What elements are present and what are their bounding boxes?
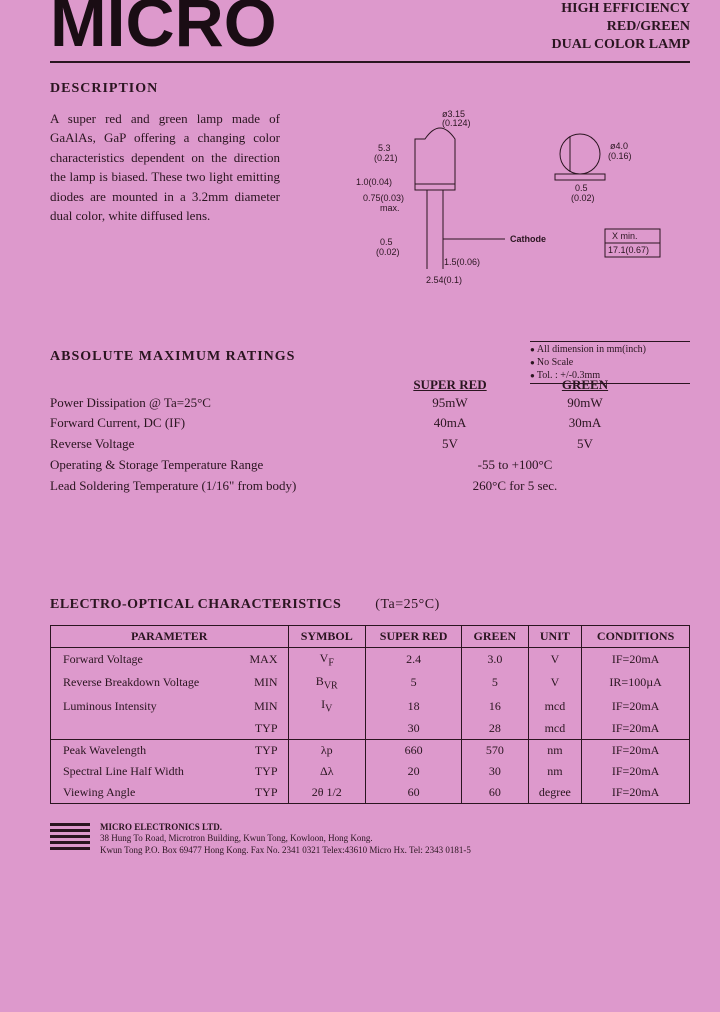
svg-text:0.5: 0.5 bbox=[380, 237, 393, 247]
footer: MICRO ELECTRONICS LTD. 38 Hung To Road, … bbox=[50, 822, 690, 857]
svg-text:X min.: X min. bbox=[612, 231, 638, 241]
package-diagram: ø3.15 (0.124) 5.3 (0.21) 1.0(0.04) 0.75(… bbox=[310, 109, 690, 339]
svg-text:(0.16): (0.16) bbox=[608, 151, 632, 161]
logo-text: MICRO bbox=[50, 0, 277, 61]
amr-table: SUPER RED GREEN Power Dissipation @ Ta=2… bbox=[50, 377, 690, 497]
amr-row: Lead Soldering Temperature (1/16" from b… bbox=[50, 476, 690, 497]
addr1: 38 Hung To Road, Microtron Building, Kwu… bbox=[100, 833, 471, 845]
table-row: Luminous Intensity MIN IV 18 16 mcd IF=2… bbox=[51, 694, 690, 717]
th-cond: CONDITIONS bbox=[582, 625, 690, 647]
table-row: Forward Voltage MAX VF 2.4 3.0 V IF=20mA bbox=[51, 647, 690, 671]
eoc-table: PARAMETER SYMBOL SUPER RED GREEN UNIT CO… bbox=[50, 625, 690, 804]
svg-text:1.5(0.06): 1.5(0.06) bbox=[444, 257, 480, 267]
amr-row: Reverse Voltage 5V 5V bbox=[50, 434, 690, 455]
amr-row: Power Dissipation @ Ta=25°C 95mW 90mW bbox=[50, 393, 690, 414]
svg-text:0.75(0.03): 0.75(0.03) bbox=[363, 193, 404, 203]
table-row: Spectral Line Half Width TYP Δλ 20 30 nm… bbox=[51, 761, 690, 782]
description-body: A super red and green lamp made of GaAlA… bbox=[50, 109, 280, 339]
eoc-ta: (Ta=25°C) bbox=[375, 597, 439, 612]
th-param: PARAMETER bbox=[51, 625, 289, 647]
amr-col-a: SUPER RED bbox=[380, 377, 520, 393]
svg-text:(0.02): (0.02) bbox=[571, 193, 595, 203]
svg-text:17.1(0.67): 17.1(0.67) bbox=[608, 245, 649, 255]
svg-text:(0.02): (0.02) bbox=[376, 247, 400, 257]
svg-text:2.54(0.1): 2.54(0.1) bbox=[426, 275, 462, 285]
svg-text:5.3: 5.3 bbox=[378, 143, 391, 153]
footer-logo bbox=[50, 822, 90, 850]
th-sr: SUPER RED bbox=[366, 625, 462, 647]
table-row: TYP 30 28 mcd IF=20mA bbox=[51, 718, 690, 740]
table-row: Reverse Breakdown Voltage MIN BVR 5 5 V … bbox=[51, 671, 690, 694]
addr2: Kwun Tong P.O. Box 69477 Hong Kong. Fax … bbox=[100, 845, 471, 857]
note-l3: Tol. : +/-0.3mm bbox=[530, 369, 690, 382]
th-gr: GREEN bbox=[462, 625, 528, 647]
header: MICRO HIGH EFFICIENCY RED/GREEN DUAL COL… bbox=[50, 0, 690, 63]
eoc-heading: ELECTRO-OPTICAL CHARACTERISTICS (Ta=25°C… bbox=[50, 597, 690, 613]
description-heading: DESCRIPTION bbox=[50, 81, 690, 97]
amr-row: Forward Current, DC (IF) 40mA 30mA bbox=[50, 413, 690, 434]
svg-text:ø4.0: ø4.0 bbox=[610, 141, 628, 151]
dimension-notes: All dimension in mm(inch) No Scale Tol. … bbox=[530, 341, 690, 384]
svg-text:0.5: 0.5 bbox=[575, 183, 588, 193]
title-l2: RED/GREEN bbox=[552, 18, 690, 36]
svg-text:1.0(0.04): 1.0(0.04) bbox=[356, 177, 392, 187]
product-title: HIGH EFFICIENCY RED/GREEN DUAL COLOR LAM… bbox=[552, 0, 690, 55]
svg-text:Cathode: Cathode bbox=[510, 234, 546, 244]
title-l3: DUAL COLOR LAMP bbox=[552, 36, 690, 54]
note-l1: All dimension in mm(inch) bbox=[530, 343, 690, 356]
svg-text:(0.124): (0.124) bbox=[442, 118, 471, 128]
svg-text:(0.21): (0.21) bbox=[374, 153, 398, 163]
table-row: Viewing Angle TYP 2θ 1/2 60 60 degree IF… bbox=[51, 782, 690, 804]
svg-text:max.: max. bbox=[380, 203, 400, 213]
title-l1: HIGH EFFICIENCY bbox=[552, 0, 690, 18]
table-row: Peak Wavelength TYP λp 660 570 nm IF=20m… bbox=[51, 739, 690, 761]
note-l2: No Scale bbox=[530, 356, 690, 369]
th-unit: UNIT bbox=[528, 625, 582, 647]
logo: MICRO bbox=[50, 0, 277, 48]
company-name: MICRO ELECTRONICS LTD. bbox=[100, 822, 471, 834]
th-symbol: SYMBOL bbox=[288, 625, 366, 647]
amr-row: Operating & Storage Temperature Range -5… bbox=[50, 455, 690, 476]
